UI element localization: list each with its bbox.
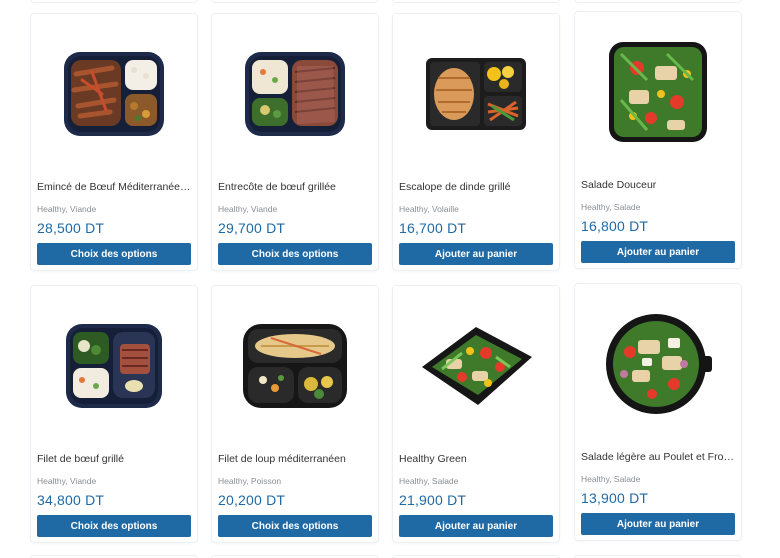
previous-row-edge — [0, 0, 780, 6]
product-card[interactable]: Salade légère au Poulet et From... Healt… — [574, 283, 742, 541]
product-card[interactable]: Salade Douceur Healthy, Salade 16,800 DT… — [574, 11, 742, 269]
product-card[interactable]: Filet de loup méditerranéen Healthy, Poi… — [211, 285, 379, 543]
card-edge — [574, 0, 742, 3]
product-price: 34,800 DT — [37, 492, 105, 508]
product-price: 29,700 DT — [218, 220, 286, 236]
product-categories: Healthy, Viande — [218, 204, 278, 214]
add-to-cart-button[interactable]: Ajouter au panier — [399, 243, 553, 265]
card-edge — [30, 0, 198, 3]
product-card[interactable]: Escalope de dinde grillé Healthy, Volail… — [392, 13, 560, 271]
product-title[interactable]: Filet de loup méditerranéen — [218, 453, 372, 465]
product-categories: Healthy, Poisson — [218, 476, 282, 486]
meal-tray-image — [245, 52, 345, 136]
meal-tray-image — [66, 324, 162, 408]
choose-options-button[interactable]: Choix des options — [37, 243, 191, 265]
product-title[interactable]: Salade légère au Poulet et From... — [581, 451, 735, 463]
salad-tray-image — [422, 327, 532, 405]
product-price: 21,900 DT — [399, 492, 467, 508]
product-image[interactable] — [575, 284, 741, 444]
choose-options-button[interactable]: Choix des options — [218, 243, 372, 265]
choose-options-button[interactable]: Choix des options — [37, 515, 191, 537]
product-categories: Healthy, Volaille — [399, 204, 459, 214]
product-price: 16,700 DT — [399, 220, 467, 236]
meal-tray-image — [426, 58, 526, 130]
product-title[interactable]: Escalope de dinde grillé — [399, 181, 553, 193]
product-card[interactable]: Filet de bœuf grillé Healthy, Viande 34,… — [30, 285, 198, 543]
product-price: 16,800 DT — [581, 218, 649, 234]
card-edge — [211, 0, 379, 3]
meal-tray-image — [64, 52, 164, 136]
next-row-edge — [0, 552, 780, 558]
product-price: 13,900 DT — [581, 490, 649, 506]
product-price: 28,500 DT — [37, 220, 105, 236]
add-to-cart-button[interactable]: Ajouter au panier — [399, 515, 553, 537]
product-categories: Healthy, Viande — [37, 204, 97, 214]
product-categories: Healthy, Salade — [399, 476, 459, 486]
product-title[interactable]: Emincé de Bœuf Méditerranéenne — [37, 181, 191, 193]
salad-bowl-image — [606, 314, 712, 414]
product-image[interactable] — [31, 286, 197, 446]
card-edge — [392, 0, 560, 3]
product-card[interactable]: Emincé de Bœuf Méditerranéenne Healthy, … — [30, 13, 198, 271]
product-image[interactable] — [393, 286, 559, 446]
meal-tray-image — [243, 324, 347, 408]
add-to-cart-button[interactable]: Ajouter au panier — [581, 241, 735, 263]
product-image[interactable] — [393, 14, 559, 174]
choose-options-button[interactable]: Choix des options — [218, 515, 372, 537]
product-categories: Healthy, Salade — [581, 474, 641, 484]
salad-bowl-image — [609, 42, 707, 142]
product-image[interactable] — [31, 14, 197, 174]
product-title[interactable]: Salade Douceur — [581, 179, 735, 191]
product-image[interactable] — [212, 14, 378, 174]
product-card[interactable]: Entrecôte de bœuf grillée Healthy, Viand… — [211, 13, 379, 271]
product-image[interactable] — [575, 12, 741, 172]
product-price: 20,200 DT — [218, 492, 286, 508]
product-title[interactable]: Entrecôte de bœuf grillée — [218, 181, 372, 193]
product-categories: Healthy, Viande — [37, 476, 97, 486]
product-card[interactable]: Healthy Green Healthy, Salade 21,900 DT … — [392, 285, 560, 543]
product-title[interactable]: Filet de bœuf grillé — [37, 453, 191, 465]
add-to-cart-button[interactable]: Ajouter au panier — [581, 513, 735, 535]
product-categories: Healthy, Salade — [581, 202, 641, 212]
product-image[interactable] — [212, 286, 378, 446]
product-title[interactable]: Healthy Green — [399, 453, 553, 465]
